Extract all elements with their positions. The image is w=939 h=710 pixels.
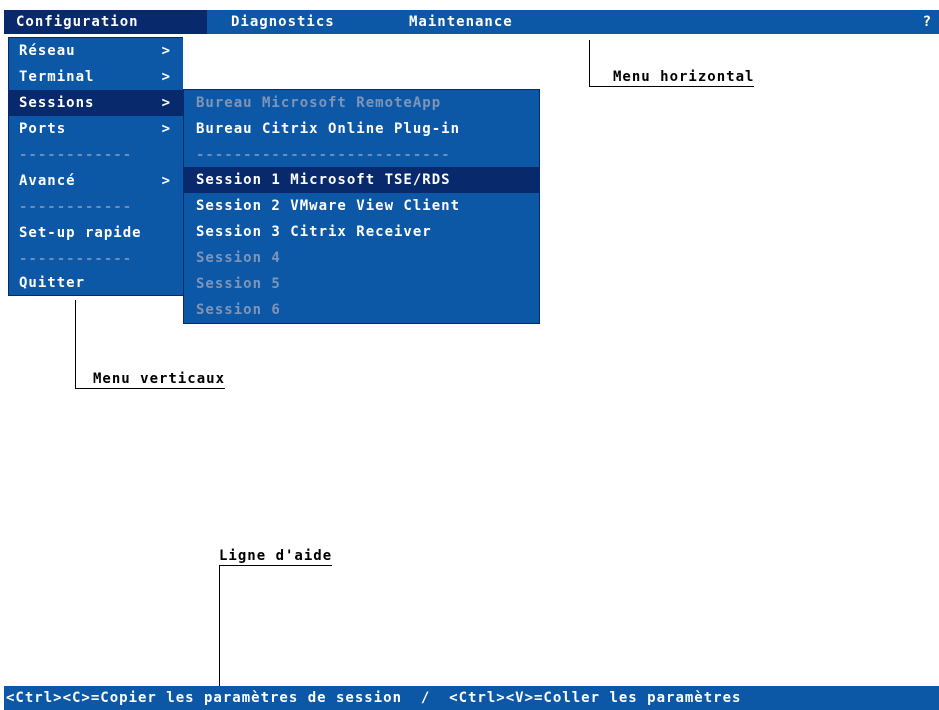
submenu-item-remoteapp[interactable]: Bureau Microsoft RemoteApp <box>184 90 539 116</box>
vmenu-item-label: Ports <box>19 121 67 137</box>
help-line: <Ctrl><C>=Copier les paramètres de sessi… <box>4 686 939 710</box>
annotation-menu-verticaux: Menu verticaux <box>75 370 226 389</box>
separator-line: ------------ <box>19 251 133 267</box>
vmenu-item-label: Terminal <box>19 69 95 85</box>
vmenu-item-terminal[interactable]: Terminal > <box>9 64 183 90</box>
vmenu-item-label: Quitter <box>19 275 86 291</box>
chevron-right-icon: > <box>161 121 171 137</box>
vmenu-item-quitter[interactable]: Quitter <box>9 270 183 296</box>
submenu-item-label: Session 4 <box>196 250 281 266</box>
chevron-right-icon: > <box>161 95 171 111</box>
submenu-item-session-6[interactable]: Session 6 <box>184 297 539 323</box>
annotation-line-help <box>219 566 220 686</box>
submenu-item-label: Session 1 Microsoft TSE/RDS <box>196 172 451 188</box>
help-question-icon[interactable]: ? <box>923 10 931 34</box>
vmenu-item-avance[interactable]: Avancé > <box>9 168 183 194</box>
chevron-right-icon: > <box>161 173 171 189</box>
separator-line: ------------ <box>19 199 133 215</box>
vmenu-item-label: Avancé <box>19 173 76 189</box>
vmenu-separator: ------------ <box>9 246 183 272</box>
separator-line: ------------ <box>19 147 133 163</box>
menu-configuration[interactable]: Configuration <box>4 10 207 34</box>
annotation-menu-horizontal: Menu horizontal <box>589 68 755 87</box>
submenu-item-session-4[interactable]: Session 4 <box>184 245 539 271</box>
vmenu-separator: ------------ <box>9 194 183 220</box>
sessions-submenu: Bureau Microsoft RemoteApp Bureau Citrix… <box>183 89 540 324</box>
chevron-right-icon: > <box>161 43 171 59</box>
vmenu-item-label: Sessions <box>19 95 95 111</box>
vmenu-item-sessions[interactable]: Sessions > <box>9 90 183 116</box>
vmenu-item-label: Réseau <box>19 43 76 59</box>
horizontal-menu-bar: Configuration Diagnostics Maintenance ? <box>4 10 939 34</box>
vmenu-item-ports[interactable]: Ports > <box>9 116 183 142</box>
vmenu-item-reseau[interactable]: Réseau > <box>9 38 183 64</box>
submenu-item-session-3[interactable]: Session 3 Citrix Receiver <box>184 219 539 245</box>
submenu-item-label: Session 6 <box>196 302 281 318</box>
submenu-item-session-2[interactable]: Session 2 VMware View Client <box>184 193 539 219</box>
submenu-item-label: Session 2 VMware View Client <box>196 198 461 214</box>
vmenu-item-label: Set-up rapide <box>19 225 142 241</box>
vmenu-separator: ------------ <box>9 142 183 168</box>
menu-diagnostics[interactable]: Diagnostics <box>231 10 335 34</box>
menu-maintenance[interactable]: Maintenance <box>409 10 513 34</box>
submenu-item-label: Bureau Citrix Online Plug-in <box>196 121 461 137</box>
submenu-item-label: Session 3 Citrix Receiver <box>196 224 432 240</box>
submenu-item-session-5[interactable]: Session 5 <box>184 271 539 297</box>
vmenu-item-setup-rapide[interactable]: Set-up rapide <box>9 220 183 246</box>
annotation-ligne-aide: Ligne d'aide <box>219 548 333 566</box>
vertical-menu: Réseau > Terminal > Sessions > Ports > -… <box>8 37 183 296</box>
chevron-right-icon: > <box>161 69 171 85</box>
submenu-item-label: Session 5 <box>196 276 281 292</box>
submenu-separator: --------------------------- <box>184 142 539 168</box>
submenu-item-label: Bureau Microsoft RemoteApp <box>196 95 442 111</box>
separator-line: --------------------------- <box>196 147 451 163</box>
submenu-item-session-1[interactable]: Session 1 Microsoft TSE/RDS <box>184 167 539 193</box>
submenu-item-citrix-online[interactable]: Bureau Citrix Online Plug-in <box>184 116 539 142</box>
